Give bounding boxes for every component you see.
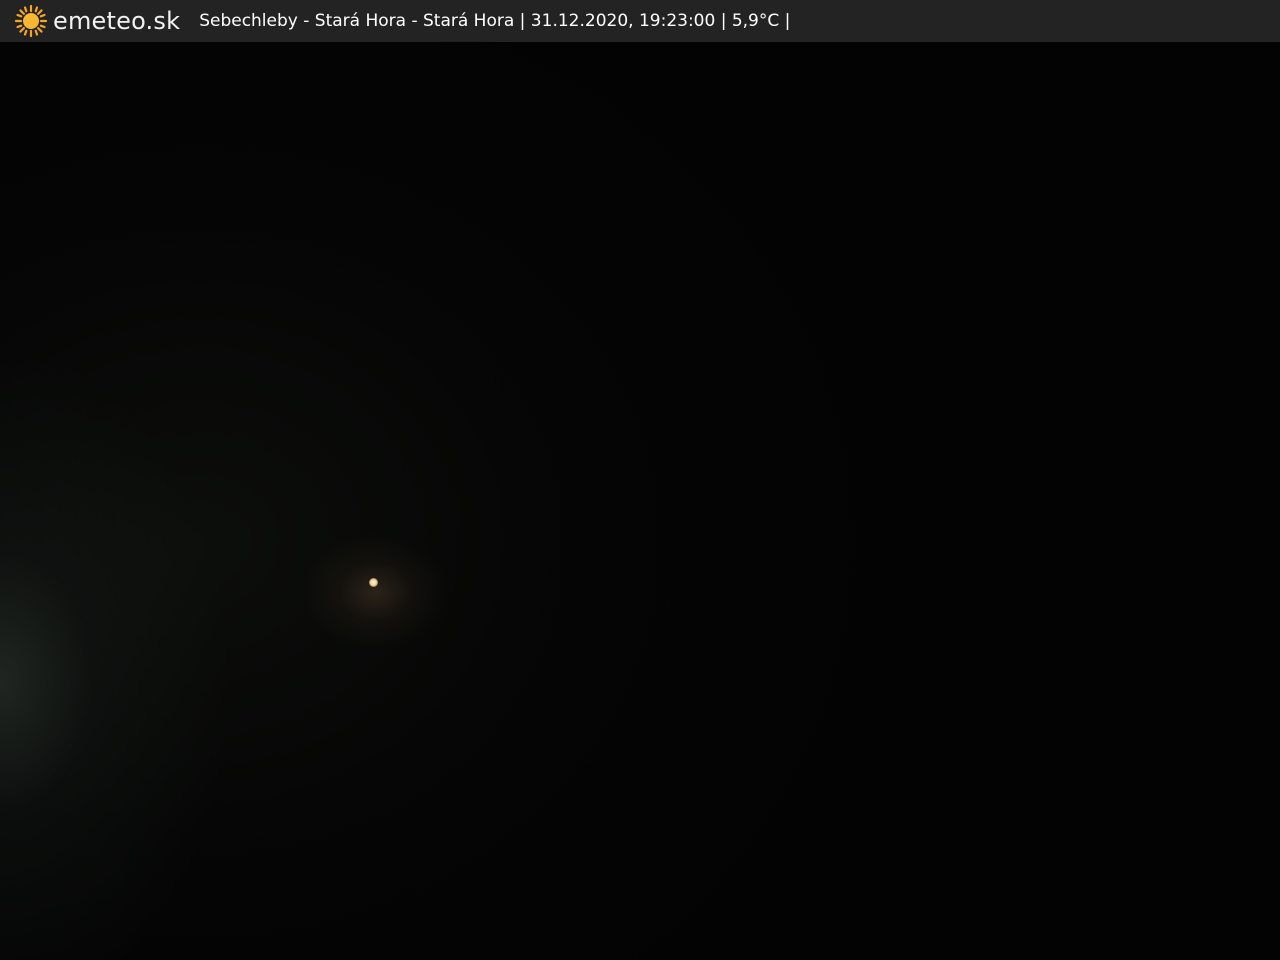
brand-name: emeteo.sk: [53, 7, 181, 35]
header-bar: emeteo.sk Sebechleby - Stará Hora - Star…: [0, 0, 1280, 42]
webcam-image: [0, 42, 1280, 960]
logo: emeteo.sk: [14, 0, 180, 42]
sun-icon: [14, 4, 48, 38]
distant-light-glow: [300, 532, 450, 652]
webcam-caption: Sebechleby - Stará Hora - Stará Hora | 3…: [199, 11, 791, 31]
distant-light: [369, 578, 378, 587]
webcam-frame: emeteo.sk Sebechleby - Stará Hora - Star…: [0, 0, 1280, 960]
